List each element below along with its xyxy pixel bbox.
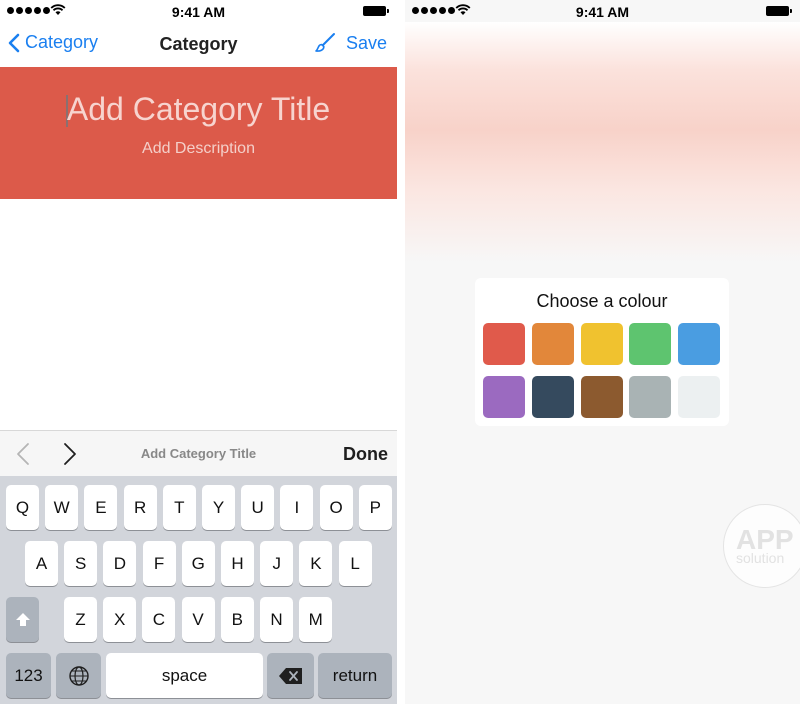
key-u[interactable]: U <box>241 485 275 530</box>
key-g[interactable]: G <box>181 541 215 586</box>
numbers-key[interactable]: 123 <box>6 653 51 698</box>
key-c[interactable]: C <box>142 597 176 642</box>
space-key[interactable]: space <box>106 653 263 698</box>
key-b[interactable]: B <box>220 597 254 642</box>
globe-key[interactable] <box>56 653 101 698</box>
key-m[interactable]: M <box>299 597 333 642</box>
status-time: 9:41 AM <box>171 4 226 20</box>
key-x[interactable]: X <box>103 597 137 642</box>
category-header: Add Category Title Add Description <box>0 67 397 199</box>
colour-swatch[interactable] <box>678 323 721 365</box>
colour-swatch[interactable] <box>580 323 623 365</box>
key-e[interactable]: E <box>84 485 118 530</box>
colour-swatch[interactable] <box>580 376 623 418</box>
key-d[interactable]: D <box>103 541 137 586</box>
key-k[interactable]: K <box>299 541 333 586</box>
key-a[interactable]: A <box>25 541 58 586</box>
shift-key[interactable] <box>6 597 39 642</box>
key-j[interactable]: J <box>260 541 294 586</box>
delete-key[interactable] <box>267 653 314 698</box>
status-bar: 9:41 AM <box>405 0 800 22</box>
key-o[interactable]: O <box>319 485 353 530</box>
keyboard-accessory-bar: Add Category Title Done <box>0 430 397 476</box>
key-h[interactable]: H <box>221 541 254 586</box>
navigation-bar: Category Category Save <box>0 22 397 67</box>
key-l[interactable]: L <box>338 541 372 586</box>
colour-swatch[interactable] <box>531 376 574 418</box>
key-i[interactable]: I <box>280 485 314 530</box>
category-title-input[interactable]: Add Category Title <box>0 91 397 128</box>
status-time: 9:41 AM <box>575 4 630 20</box>
key-f[interactable]: F <box>142 541 176 586</box>
key-w[interactable]: W <box>45 485 79 530</box>
colour-picker: Choose a colour <box>475 278 729 426</box>
shift-arrow-icon <box>15 612 30 626</box>
colour-picker-screen: 9:41 AM Choose a colour APP solution <box>405 0 800 704</box>
colour-swatch[interactable] <box>483 323 525 365</box>
key-z[interactable]: Z <box>64 597 97 642</box>
save-button-label: Save <box>345 32 387 53</box>
key-y[interactable]: Y <box>202 485 235 530</box>
colour-swatch[interactable] <box>483 376 525 418</box>
key-v[interactable]: V <box>181 597 215 642</box>
key-t[interactable]: T <box>162 485 196 530</box>
watermark-logo: APP solution <box>723 504 800 588</box>
category-description-input[interactable]: Add Description <box>0 140 397 158</box>
colour-swatch[interactable] <box>629 376 672 418</box>
key-p[interactable]: P <box>358 485 392 530</box>
keyboard: 123 space return QWERTYUIOP ASDFGHJKL ZXCV… <box>0 476 397 704</box>
colour-swatch[interactable] <box>678 376 721 418</box>
battery-icon <box>766 6 792 16</box>
done-button[interactable]: Done <box>343 444 388 465</box>
watermark-subtext: solution <box>736 550 785 566</box>
battery-icon <box>363 6 389 16</box>
colour-swatch[interactable] <box>531 323 574 365</box>
field-label: Add Category Title <box>140 446 257 461</box>
brush-icon <box>315 33 335 52</box>
blurred-background <box>405 22 800 262</box>
category-edit-screen: 9:41 AM Category Category Save Add Categ… <box>0 0 397 704</box>
key-r[interactable]: R <box>123 485 157 530</box>
key-s[interactable]: S <box>64 541 98 586</box>
status-bar: 9:41 AM <box>0 0 397 22</box>
key-q[interactable]: Q <box>6 485 39 530</box>
screen-divider <box>397 0 405 704</box>
globe-icon <box>68 665 89 686</box>
return-key[interactable]: return <box>318 653 392 698</box>
picker-title: Choose a colour <box>536 291 668 311</box>
colour-swatch[interactable] <box>629 323 672 365</box>
key-n[interactable]: N <box>260 597 293 642</box>
backspace-icon <box>278 667 302 684</box>
save-button[interactable]: Save <box>314 32 387 54</box>
